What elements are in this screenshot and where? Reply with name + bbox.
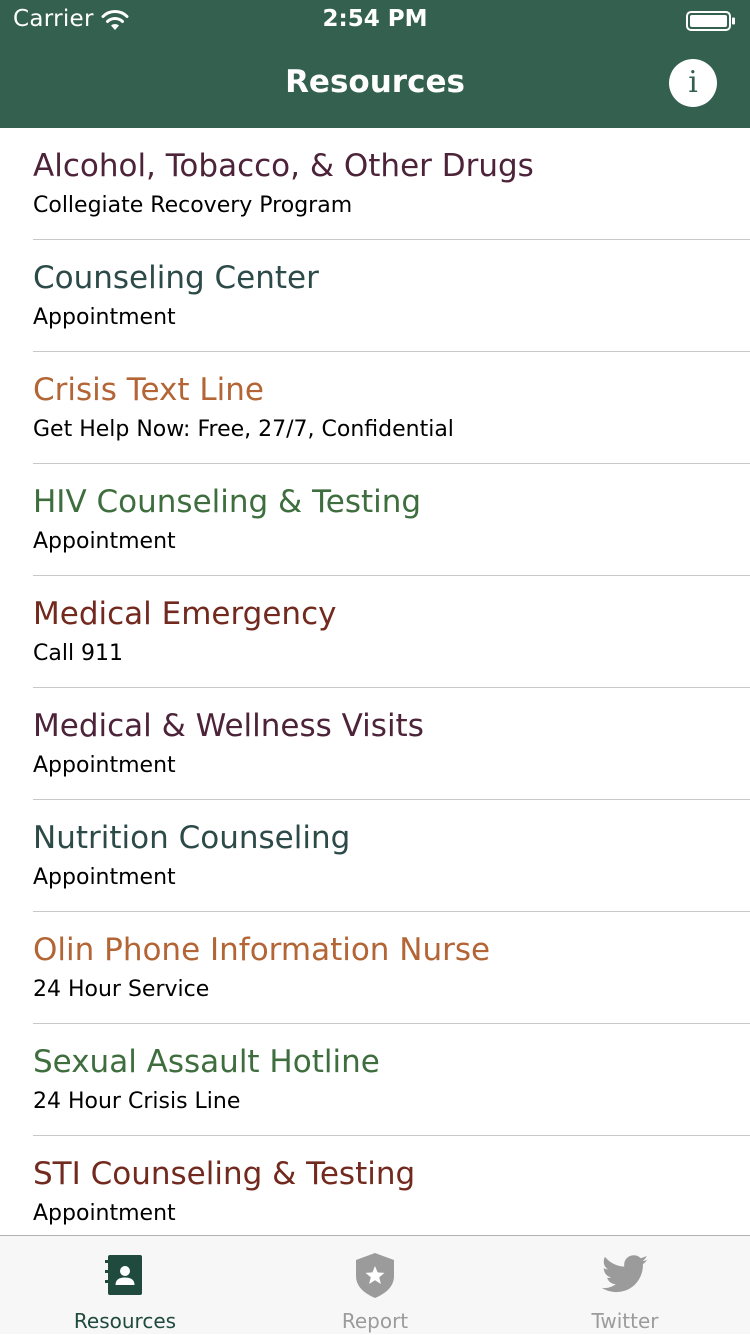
page-title: Resources bbox=[285, 64, 465, 100]
status-bar: Carrier 2:54 PM bbox=[0, 0, 750, 40]
list-item-subtitle: Call 911 bbox=[33, 641, 124, 666]
list-item[interactable]: STI Counseling & Testing Appointment bbox=[0, 1136, 750, 1235]
list-item-title: Sexual Assault Hotline bbox=[33, 1044, 380, 1080]
contact-book-icon bbox=[105, 1255, 142, 1295]
list-item-title: Counseling Center bbox=[33, 260, 319, 296]
list-item-subtitle: Appointment bbox=[33, 305, 176, 330]
list-item[interactable]: Medical & Wellness Visits Appointment bbox=[0, 688, 750, 800]
list-item-title: STI Counseling & Testing bbox=[33, 1156, 416, 1192]
list-item[interactable]: Olin Phone Information Nurse 24 Hour Ser… bbox=[0, 912, 750, 1024]
list-item-subtitle: 24 Hour Crisis Line bbox=[33, 1089, 241, 1114]
resources-list: Alcohol, Tobacco, & Other Drugs Collegia… bbox=[0, 128, 750, 1235]
list-item-title: HIV Counseling & Testing bbox=[33, 484, 422, 520]
list-item-title: Medical & Wellness Visits bbox=[33, 708, 424, 744]
list-item-title: Medical Emergency bbox=[33, 596, 337, 632]
status-time: 2:54 PM bbox=[322, 6, 428, 32]
list-item[interactable]: Medical Emergency Call 911 bbox=[0, 576, 750, 688]
info-button[interactable]: i bbox=[669, 59, 717, 107]
list-item[interactable]: Crisis Text Line Get Help Now: Free, 27/… bbox=[0, 352, 750, 464]
list-item-subtitle: Appointment bbox=[33, 753, 176, 778]
tab-twitter[interactable]: Twitter bbox=[500, 1236, 750, 1335]
list-item[interactable]: Counseling Center Appointment bbox=[0, 240, 750, 352]
list-item[interactable]: HIV Counseling & Testing Appointment bbox=[0, 464, 750, 576]
list-item-subtitle: Appointment bbox=[33, 1201, 176, 1226]
tab-label: Report bbox=[341, 1309, 409, 1333]
list-item-title: Alcohol, Tobacco, & Other Drugs bbox=[33, 148, 534, 184]
list-item[interactable]: Alcohol, Tobacco, & Other Drugs Collegia… bbox=[0, 128, 750, 240]
twitter-bird-icon bbox=[601, 1255, 648, 1293]
list-item[interactable]: Nutrition Counseling Appointment bbox=[0, 800, 750, 912]
tab-bar: Resources Report Twitter bbox=[0, 1235, 750, 1334]
list-item-subtitle: Appointment bbox=[33, 865, 176, 890]
navigation-bar: Resources i bbox=[0, 40, 750, 128]
list-item-title: Olin Phone Information Nurse bbox=[33, 932, 491, 968]
battery-icon bbox=[686, 11, 735, 31]
list-item[interactable]: Sexual Assault Hotline 24 Hour Crisis Li… bbox=[0, 1024, 750, 1136]
list-item-subtitle: Appointment bbox=[33, 529, 176, 554]
tab-report[interactable]: Report bbox=[250, 1236, 500, 1335]
list-item-title: Crisis Text Line bbox=[33, 372, 264, 408]
tab-resources[interactable]: Resources bbox=[0, 1236, 250, 1335]
list-item-title: Nutrition Counseling bbox=[33, 820, 351, 856]
tab-label: Resources bbox=[73, 1309, 177, 1333]
tab-label: Twitter bbox=[591, 1309, 659, 1333]
badge-star-icon bbox=[356, 1253, 394, 1298]
list-item-subtitle: 24 Hour Service bbox=[33, 977, 210, 1002]
info-icon: i bbox=[688, 65, 698, 100]
list-item-subtitle: Collegiate Recovery Program bbox=[33, 193, 353, 218]
list-item-subtitle: Get Help Now: Free, 27/7, Confidential bbox=[33, 417, 454, 442]
